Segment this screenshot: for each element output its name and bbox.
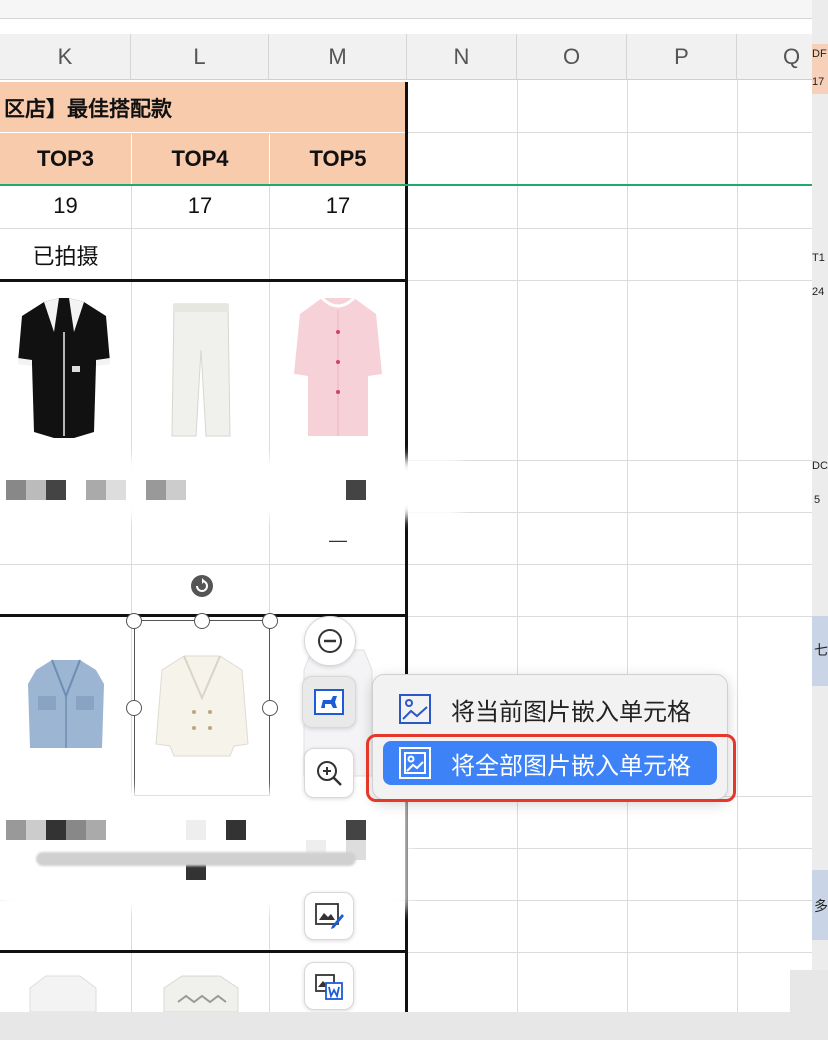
resize-handle-top-right[interactable] <box>262 613 278 629</box>
freeze-pane-line[interactable] <box>0 184 812 186</box>
image-crop-icon <box>314 689 344 715</box>
mosaic-block <box>186 820 206 840</box>
cell-m-rank-count[interactable]: 17 <box>269 184 407 228</box>
resize-handle-top[interactable] <box>194 613 210 629</box>
table-border <box>0 279 408 282</box>
denim-vest-image[interactable] <box>24 656 108 756</box>
patterned-cardigan-image[interactable] <box>160 972 242 1012</box>
embed-image-button[interactable] <box>302 676 356 728</box>
mosaic-block <box>46 480 66 500</box>
divider <box>0 132 407 133</box>
mosaic-block <box>346 820 366 840</box>
column-header-m[interactable]: M <box>269 34 407 80</box>
pane-text: 多 <box>814 898 828 914</box>
gridline <box>407 228 812 229</box>
table-title[interactable]: 区店】最佳搭配款 <box>0 82 405 134</box>
column-header-k[interactable]: K <box>0 34 131 80</box>
white-pants-image[interactable] <box>166 300 236 440</box>
resize-handle-left[interactable] <box>126 700 142 716</box>
mosaic-block <box>146 480 166 500</box>
image-word-icon <box>315 974 343 1000</box>
gridline <box>407 616 812 617</box>
gridline <box>407 460 812 461</box>
masked-region <box>0 458 460 518</box>
zoom-in-icon <box>317 761 342 786</box>
highlight-annotation <box>366 734 736 802</box>
minus-icon <box>318 629 342 653</box>
gridline <box>407 848 812 849</box>
table-border <box>0 950 408 953</box>
resize-handle-right[interactable] <box>262 700 278 716</box>
mosaic-block <box>26 480 46 500</box>
header-top5[interactable]: TOP5 <box>269 134 407 184</box>
column-header-l[interactable]: L <box>131 34 269 80</box>
window-bottom-edge <box>0 1012 828 1040</box>
cell-l-status[interactable] <box>131 230 269 280</box>
image-selection-box[interactable] <box>134 620 270 796</box>
mosaic-block <box>106 480 126 500</box>
mosaic-block <box>346 480 366 500</box>
pane-text: 17 <box>812 76 825 88</box>
image-embed-icon <box>399 694 431 724</box>
pane-text: DF <box>812 48 827 60</box>
gridline <box>407 280 812 281</box>
pane-text: 七 <box>814 642 828 658</box>
gridline <box>407 132 812 133</box>
window-corner <box>790 970 828 1040</box>
pink-tweed-dress-image[interactable] <box>292 292 384 442</box>
zoom-in-button[interactable] <box>304 748 354 798</box>
rotate-handle-icon[interactable] <box>190 574 214 598</box>
header-top3[interactable]: TOP3 <box>0 134 131 184</box>
gridline <box>737 80 738 1012</box>
zoom-out-button[interactable] <box>304 616 356 666</box>
mosaic-block <box>6 820 26 840</box>
cell-m-status[interactable] <box>269 230 407 280</box>
cell-m-partial[interactable]: — <box>269 530 407 560</box>
mosaic-block <box>86 480 106 500</box>
spreadsheet-area[interactable]: K L M N O P Q 区店】最佳搭配款 TOP3 TOP4 TOP5 19… <box>0 0 813 1012</box>
gridline <box>407 900 812 901</box>
mosaic-block <box>66 820 86 840</box>
column-header-p[interactable]: P <box>627 34 737 80</box>
pane-text: 24 <box>812 286 825 298</box>
mosaic-block <box>46 820 66 840</box>
gridline <box>517 80 518 1012</box>
gridline <box>627 80 628 1012</box>
toolbar-edge <box>0 0 812 19</box>
mosaic-block <box>166 480 186 500</box>
adjacent-window-edge: DF 17 T1 24 DC 5 七 多 <box>812 0 828 1012</box>
gridline <box>0 564 407 565</box>
cell-k-status[interactable]: 已拍摄 <box>0 230 131 280</box>
mosaic-block <box>226 820 246 840</box>
image-edit-icon <box>315 903 344 929</box>
divider <box>131 134 132 184</box>
column-header-n[interactable]: N <box>407 34 517 80</box>
cell-l-rank-count[interactable]: 17 <box>131 184 269 228</box>
column-header-q[interactable]: Q <box>737 34 812 80</box>
resize-handle-top-left[interactable] <box>126 613 142 629</box>
edit-image-button[interactable] <box>304 892 354 940</box>
gridline <box>407 564 812 565</box>
cell-k-rank-count[interactable]: 19 <box>0 184 131 228</box>
pane-text: 5 <box>814 494 821 506</box>
gridline <box>407 952 812 953</box>
mosaic-block <box>6 480 26 500</box>
gridline <box>407 512 812 513</box>
mosaic-block <box>26 820 46 840</box>
pane-text: T1 <box>812 252 825 264</box>
column-header-o[interactable]: O <box>517 34 627 80</box>
header-top4[interactable]: TOP4 <box>131 134 269 184</box>
menu-item-label: 将当前图片嵌入单元格 <box>451 698 691 726</box>
pane-text: DC <box>812 460 828 472</box>
gridline <box>0 228 407 229</box>
divider <box>269 134 270 184</box>
menu-item-embed-current-image[interactable]: 将当前图片嵌入单元格 <box>383 687 717 731</box>
image-word-button[interactable] <box>304 962 354 1010</box>
masked-text <box>36 852 356 866</box>
white-blouse-image[interactable] <box>26 972 100 1012</box>
mosaic-block <box>86 820 106 840</box>
black-cardigan-image[interactable] <box>14 292 114 442</box>
